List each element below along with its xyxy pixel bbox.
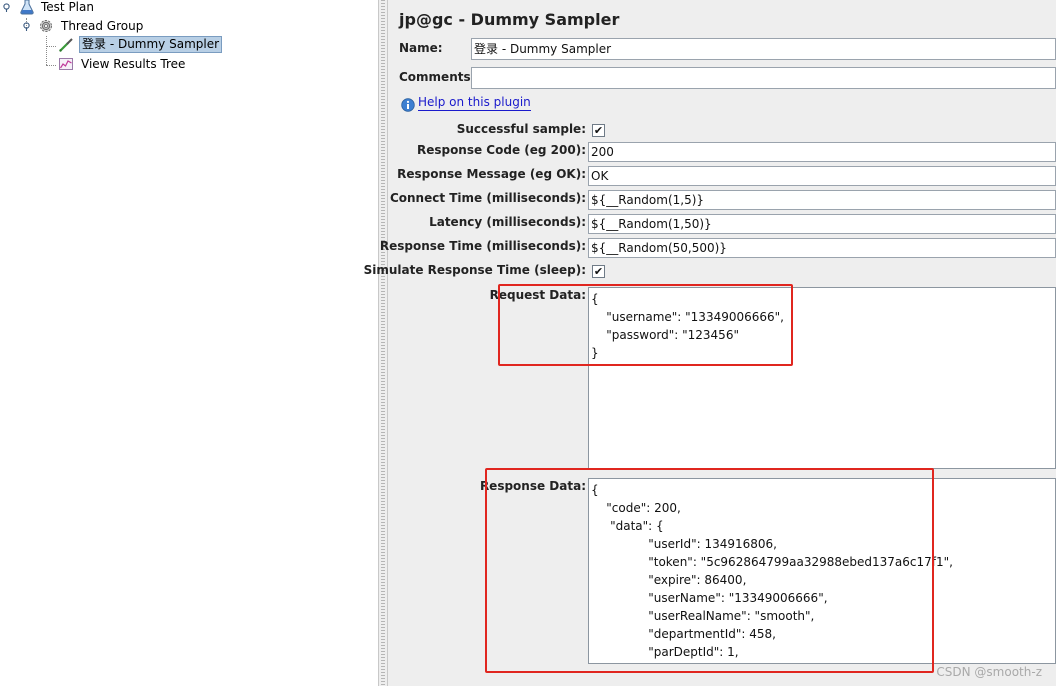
comments-field[interactable]	[471, 67, 1056, 89]
tree-item-test-plan[interactable]: Test Plan	[0, 0, 200, 16]
test-plan-tree[interactable]: Test Plan Thread Group 登录 - Dummy Sample…	[0, 0, 378, 686]
tree-item-label[interactable]: View Results Tree	[79, 55, 187, 73]
successful-sample-label: Successful sample:	[456, 122, 586, 136]
successful-sample-checkbox[interactable]: ✔	[592, 124, 605, 137]
divider-grip	[381, 0, 385, 686]
tree-expand-toggle-icon[interactable]	[2, 3, 11, 12]
response-message-field[interactable]: OK	[588, 166, 1056, 186]
help-on-plugin-link[interactable]: Help on this plugin	[418, 95, 531, 111]
response-time-field[interactable]: ${__Random(50,500)}	[588, 238, 1056, 258]
test-plan-flask-icon	[20, 0, 34, 15]
response-code-field[interactable]: 200	[588, 142, 1056, 162]
response-data-label: Response Data:	[479, 479, 586, 493]
name-label: Name:	[399, 41, 443, 55]
response-code-label: Response Code (eg 200):	[416, 143, 586, 157]
response-time-label: Response Time (milliseconds):	[379, 239, 586, 253]
sampler-pipette-icon	[59, 38, 73, 52]
tree-expand-toggle-icon[interactable]	[22, 22, 31, 31]
tree-item-thread-group[interactable]: Thread Group	[0, 17, 200, 35]
thread-group-gear-icon	[40, 20, 52, 32]
listener-graph-icon	[59, 58, 73, 70]
csdn-watermark: CSDN @smooth-z	[936, 665, 1042, 679]
sampler-config-panel: jp@gc - Dummy Sampler Name: 登录 - Dummy S…	[364, 0, 1056, 686]
tree-item-label[interactable]: Test Plan	[39, 0, 96, 16]
simulate-response-time-label: Simulate Response Time (sleep):	[363, 263, 586, 277]
name-field[interactable]: 登录 - Dummy Sampler	[471, 38, 1056, 60]
tree-item-label[interactable]: Thread Group	[59, 17, 145, 35]
connect-time-label: Connect Time (milliseconds):	[389, 191, 586, 205]
request-data-label: Request Data:	[489, 288, 586, 302]
split-pane-divider[interactable]	[378, 0, 388, 686]
latency-field[interactable]: ${__Random(1,50)}	[588, 214, 1056, 234]
request-data-textarea[interactable]: { "username": "13349006666", "password":…	[588, 287, 1056, 469]
response-message-label: Response Message (eg OK):	[397, 167, 586, 181]
info-icon	[401, 98, 415, 112]
latency-label: Latency (milliseconds):	[429, 215, 586, 229]
simulate-response-time-checkbox[interactable]: ✔	[592, 265, 605, 278]
tree-item-label[interactable]: 登录 - Dummy Sampler	[79, 36, 223, 53]
response-data-textarea[interactable]: { "code": 200, "data": { "userId": 13491…	[588, 478, 1056, 664]
tree-item-dummy-sampler[interactable]: 登录 - Dummy Sampler	[0, 36, 223, 54]
connect-time-field[interactable]: ${__Random(1,5)}	[588, 190, 1056, 210]
panel-title: jp@gc - Dummy Sampler	[399, 10, 620, 29]
tree-item-view-results-tree[interactable]: View Results Tree	[0, 55, 220, 73]
comments-label: Comments:	[399, 70, 476, 84]
